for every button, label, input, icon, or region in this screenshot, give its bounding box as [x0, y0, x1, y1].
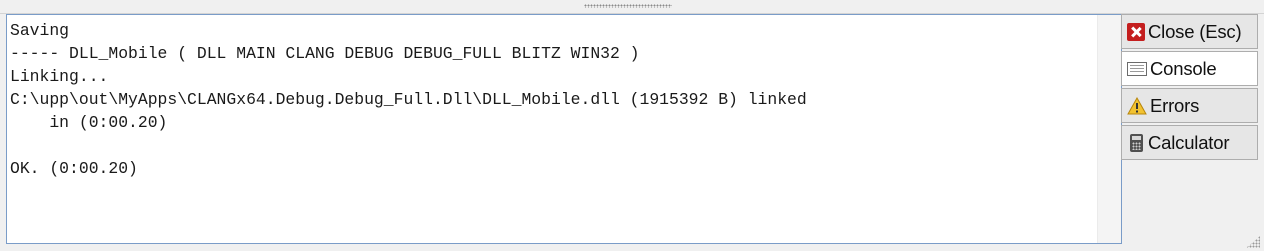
- window-edge: [1258, 14, 1264, 251]
- console-text: Saving ----- DLL_Mobile ( DLL MAIN CLANG…: [7, 15, 1121, 180]
- close-button-label: Close (Esc): [1148, 20, 1242, 42]
- console-line: in (0:00.20): [10, 113, 168, 132]
- panel-splitter[interactable]: [0, 0, 1264, 14]
- tab-calculator[interactable]: Calculator: [1121, 125, 1258, 160]
- console-icon: [1127, 61, 1147, 76]
- close-icon: [1127, 22, 1145, 41]
- console-line: Linking...: [10, 67, 109, 86]
- vertical-scrollbar[interactable]: [1097, 15, 1121, 243]
- console-line: C:\upp\out\MyApps\CLANGx64.Debug.Debug_F…: [10, 90, 807, 109]
- console-line: ----- DLL_Mobile ( DLL MAIN CLANG DEBUG …: [10, 44, 640, 63]
- close-button[interactable]: Close (Esc): [1121, 14, 1258, 49]
- console-line: OK. (0:00.20): [10, 159, 138, 178]
- warning-icon: [1127, 96, 1147, 115]
- calculator-icon: [1130, 133, 1143, 152]
- resize-grip-icon[interactable]: [1246, 236, 1260, 248]
- console-line: Saving: [10, 21, 70, 40]
- tab-console[interactable]: Console: [1121, 51, 1258, 86]
- tab-console-label: Console: [1150, 57, 1217, 79]
- splitter-grip-icon[interactable]: [584, 4, 672, 8]
- bottom-pane-tabs: Close (Esc) Console Errors Calculator: [1121, 14, 1258, 162]
- tab-calculator-label: Calculator: [1148, 131, 1230, 153]
- tab-errors[interactable]: Errors: [1121, 88, 1258, 123]
- console-output[interactable]: Saving ----- DLL_Mobile ( DLL MAIN CLANG…: [6, 14, 1122, 244]
- tab-errors-label: Errors: [1150, 94, 1200, 116]
